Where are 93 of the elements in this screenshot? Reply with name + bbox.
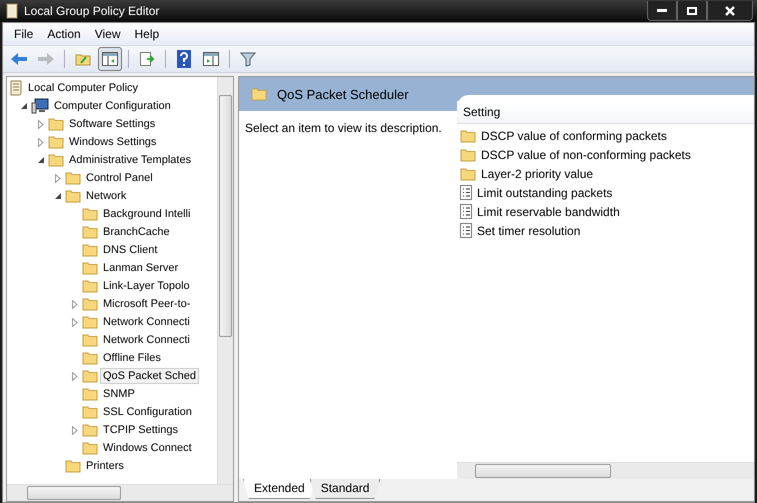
folder-up-icon[interactable]: [75, 52, 91, 66]
tree-item[interactable]: SSL Configuration: [100, 404, 195, 420]
list-document-icon: [460, 223, 472, 238]
tree-item[interactable]: DNS Client: [100, 242, 160, 258]
tree-item[interactable]: Offline Files: [100, 350, 164, 366]
folder-icon: [65, 189, 81, 203]
scroll-icon: [9, 80, 23, 96]
tree-item[interactable]: QoS Packet Sched: [100, 368, 199, 384]
folder-icon: [82, 423, 98, 437]
tree-item[interactable]: Software Settings: [66, 116, 158, 132]
folder-icon: [460, 148, 476, 162]
minimize-button[interactable]: [647, 1, 677, 21]
setting-item[interactable]: Limit reservable bandwidth: [477, 204, 620, 218]
folder-icon: [82, 405, 98, 419]
tree-item[interactable]: Printers: [83, 458, 127, 474]
tree-item[interactable]: Lanman Server: [100, 260, 182, 276]
folder-icon: [65, 459, 81, 473]
tree-item[interactable]: BranchCache: [100, 224, 173, 240]
back-arrow-icon[interactable]: [10, 52, 28, 66]
window-title: Local Group Policy Editor: [24, 4, 160, 18]
collapsed-triangle-icon[interactable]: [72, 426, 78, 434]
tree-item[interactable]: TCPIP Settings: [100, 422, 181, 438]
folder-icon: [82, 441, 98, 455]
folder-icon: [82, 207, 98, 221]
tree-item[interactable]: Link-Layer Topolo: [100, 278, 193, 294]
setting-item[interactable]: DSCP value of non-conforming packets: [481, 148, 691, 162]
collapsed-triangle-icon[interactable]: [72, 300, 78, 308]
horizontal-scrollbar[interactable]: [7, 484, 233, 501]
close-button[interactable]: [707, 1, 753, 21]
folder-icon: [48, 135, 64, 149]
folder-icon: [82, 315, 98, 329]
column-header[interactable]: Setting: [457, 101, 754, 124]
folder-icon: [82, 369, 98, 383]
menu-item[interactable]: File: [7, 27, 40, 41]
horizontal-scrollbar[interactable]: [457, 462, 754, 479]
folder-icon: [48, 117, 64, 131]
tree-item[interactable]: Network: [83, 188, 130, 204]
show-tree-icon[interactable]: [102, 52, 118, 66]
folder-icon: [48, 153, 64, 167]
minimize-icon: [657, 8, 667, 12]
folder-icon: [82, 387, 98, 401]
tree-item[interactable]: SNMP: [100, 386, 138, 402]
folder-icon: [460, 128, 476, 142]
folder-icon: [82, 297, 98, 311]
setting-item[interactable]: DSCP value of conforming packets: [481, 128, 667, 142]
folder-icon: [65, 171, 81, 185]
maximize-button[interactable]: [677, 1, 707, 21]
tree-item[interactable]: Network Connecti: [100, 314, 193, 330]
maximize-icon: [687, 6, 697, 14]
vertical-scrollbar[interactable]: [217, 77, 233, 484]
scroll-icon: [6, 3, 18, 19]
filter-icon[interactable]: [240, 51, 256, 67]
setting-item[interactable]: Layer-2 priority value: [481, 166, 594, 180]
collapsed-triangle-icon[interactable]: [55, 174, 61, 182]
setting-item[interactable]: Set timer resolution: [477, 224, 580, 238]
folder-icon: [82, 279, 98, 293]
tree-item[interactable]: Local Computer Policy: [25, 80, 142, 96]
folder-icon: [82, 225, 98, 239]
tree-item[interactable]: Computer Configuration: [51, 98, 174, 114]
tree-item[interactable]: Windows Connect: [100, 440, 195, 456]
folder-icon: [82, 261, 98, 275]
folder-icon: [460, 166, 476, 180]
menu-item[interactable]: Help: [128, 27, 166, 41]
tree-item[interactable]: Network Connecti: [100, 332, 193, 348]
header-title: QoS Packet Scheduler: [277, 86, 409, 102]
tree-item[interactable]: Windows Settings: [66, 134, 160, 150]
close-icon: [725, 6, 735, 16]
expanded-triangle-icon[interactable]: [20, 102, 28, 110]
folder-icon: [82, 351, 98, 365]
computer-icon: [31, 98, 49, 114]
expanded-triangle-icon[interactable]: [54, 192, 62, 200]
collapsed-triangle-icon[interactable]: [72, 318, 78, 326]
description-text: Select an item to view its description.: [245, 121, 442, 135]
menu-item[interactable]: Action: [40, 27, 88, 41]
expanded-triangle-icon[interactable]: [38, 156, 44, 164]
collapsed-triangle-icon[interactable]: [72, 372, 78, 380]
list-document-icon: [460, 204, 472, 219]
export-list-icon[interactable]: [139, 51, 155, 67]
tree-item[interactable]: Microsoft Peer-to-: [100, 296, 194, 312]
help-icon[interactable]: [177, 50, 191, 68]
setting-item[interactable]: Limit outstanding packets: [477, 186, 612, 200]
tree-item[interactable]: Control Panel: [83, 170, 156, 186]
folder-icon: [251, 87, 267, 101]
show-pane-icon[interactable]: [203, 52, 219, 66]
menu-item[interactable]: View: [88, 27, 128, 41]
folder-icon: [82, 333, 98, 347]
collapsed-triangle-icon[interactable]: [38, 120, 44, 128]
view-tab[interactable]: Standard: [310, 479, 380, 499]
tree-item[interactable]: Administrative Templates: [66, 152, 194, 168]
folder-icon: [82, 243, 98, 257]
list-document-icon: [460, 185, 472, 200]
collapsed-triangle-icon[interactable]: [38, 138, 44, 146]
tree-item[interactable]: Background Intelli: [100, 206, 194, 222]
